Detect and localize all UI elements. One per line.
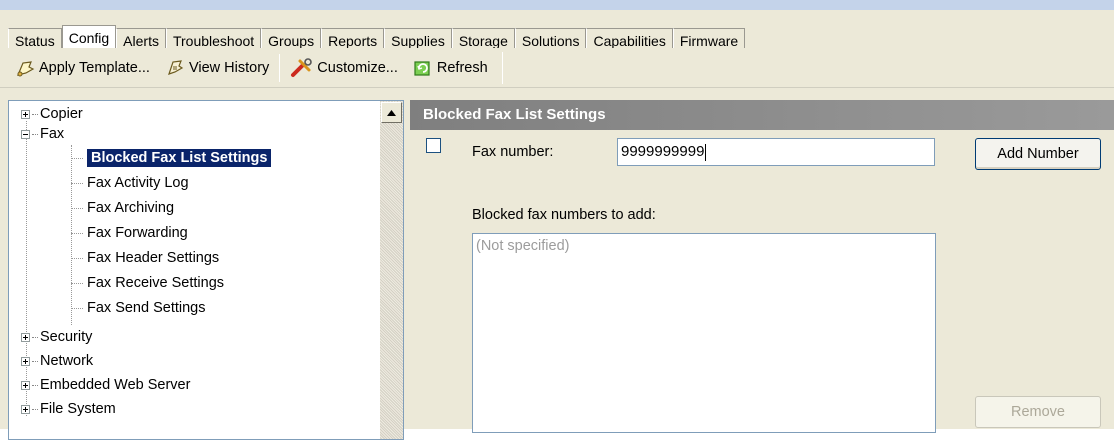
tree-label-blocked-fax-list-settings: Blocked Fax List Settings [87,149,272,167]
apply-template-icon [16,61,35,77]
toolbar-separator [279,54,281,82]
settings-detail-pane: Blocked Fax List Settings Fax number: 99… [410,100,1114,433]
tree-label-security: Security [40,329,93,345]
expand-icon[interactable] [21,332,30,342]
tree-node-fax-header-settings[interactable]: Fax Header Settings [71,247,219,269]
tree-node-network[interactable]: Network [21,350,93,372]
tree-label-fax-send-settings: Fax Send Settings [87,300,206,316]
tree-label-fax-archiving: Fax Archiving [87,200,175,216]
refresh-button[interactable]: Refresh [410,54,490,82]
customize-label: Customize... [317,60,398,76]
settings-tree-pane: Copier Fax Blocked Fax List Settings Fax… [8,100,404,440]
fax-number-label: Fax number: [472,144,554,160]
tree-label-fax-activity-log: Fax Activity Log [87,175,189,191]
tree-node-copier[interactable]: Copier [21,103,83,125]
window-top-strip [0,0,1114,10]
add-number-button[interactable]: Add Number [975,138,1101,170]
apply-template-label: Apply Template... [39,60,150,76]
tree-label-fax-receive-settings: Fax Receive Settings [87,275,225,291]
expand-icon[interactable] [21,356,30,366]
blocked-numbers-label: Blocked fax numbers to add: [472,207,656,223]
tree-label-fax-forwarding: Fax Forwarding [87,225,188,241]
apply-template-button[interactable]: Apply Template... [12,54,152,82]
customize-button[interactable]: Customize... [288,54,400,82]
expand-icon[interactable] [21,109,30,119]
tree-node-fax[interactable]: Fax [21,123,64,145]
tree-label-fax-header-settings: Fax Header Settings [87,250,220,266]
fax-number-input[interactable]: 9999999999 [617,138,935,166]
customize-icon [291,58,313,77]
text-caret [705,143,707,161]
expand-icon[interactable] [21,380,30,390]
tree-vertical-scrollbar[interactable] [380,101,403,439]
tree-node-fax-receive-settings[interactable]: Fax Receive Settings [71,272,224,294]
refresh-icon [414,61,430,76]
toolbar-buttons: Apply Template... View History Customize… [12,52,503,84]
tree-node-fax-activity-log[interactable]: Fax Activity Log [71,172,189,194]
tree-node-blocked-fax-list-settings[interactable]: Blocked Fax List Settings [71,147,272,169]
tree-label-fax: Fax [40,126,65,142]
tree-label-copier: Copier [40,106,83,122]
main-area: Copier Fax Blocked Fax List Settings Fax… [0,88,1114,440]
tree-node-security[interactable]: Security [21,326,92,348]
panel-title: Blocked Fax List Settings [410,100,1114,130]
fax-number-value: 9999999999 [621,143,705,160]
blocked-numbers-list[interactable]: (Not specified) [472,233,936,433]
blocked-numbers-placeholder: (Not specified) [476,238,570,254]
expand-icon[interactable] [21,404,30,414]
view-history-button[interactable]: View History [162,54,271,82]
toolbar-end-separator [501,52,503,84]
view-history-icon [168,60,184,75]
refresh-label: Refresh [436,60,488,76]
tab-bar: Status Config Alerts Troubleshoot Groups… [0,10,1114,52]
collapse-icon[interactable] [21,129,30,139]
tree-label-network: Network [40,353,94,369]
tree-label-file-system: File System [40,401,116,417]
tree-label-embedded-web-server: Embedded Web Server [40,377,191,393]
tree-node-embedded-web-server[interactable]: Embedded Web Server [21,374,190,396]
fax-number-checkbox[interactable] [426,138,441,153]
tree-node-fax-send-settings[interactable]: Fax Send Settings [71,297,206,319]
scroll-up-button[interactable] [381,102,402,123]
remove-button[interactable]: Remove [975,396,1101,428]
scroll-up-arrow-icon [387,109,396,116]
tree-node-fax-archiving[interactable]: Fax Archiving [71,197,174,219]
tree-node-file-system[interactable]: File System [21,398,116,420]
tree-node-fax-forwarding[interactable]: Fax Forwarding [71,222,188,244]
view-history-label: View History [188,60,270,76]
toolbar: Apply Template... View History Customize… [0,48,1114,88]
